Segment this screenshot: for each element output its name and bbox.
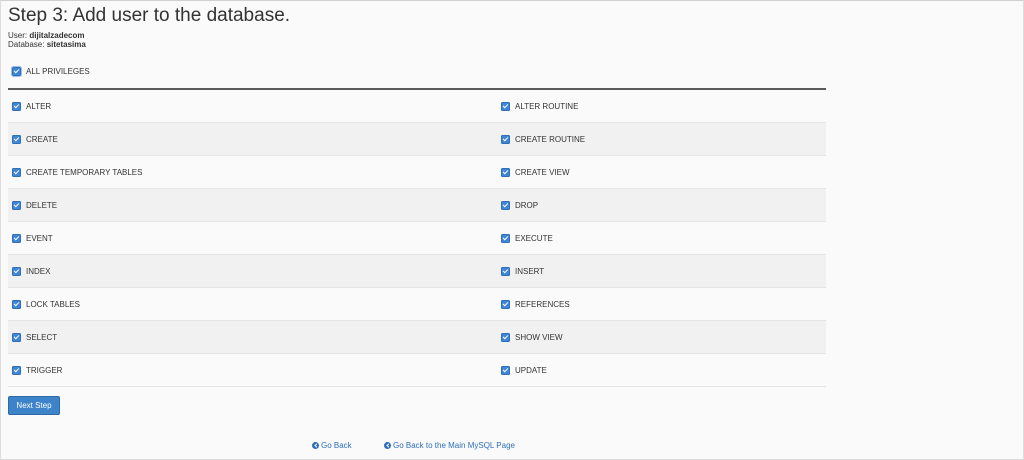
- go-back-main-mysql-link[interactable]: Go Back to the Main MySQL Page: [384, 441, 515, 450]
- privilege-label: EXECUTE: [515, 233, 553, 243]
- all-privileges-option[interactable]: ALL PRIVILEGES: [11, 66, 90, 77]
- privilege-label: INSERT: [515, 266, 545, 276]
- privilege-label: DELETE: [26, 200, 58, 210]
- all-privileges-checkbox[interactable]: [11, 66, 22, 77]
- table-row: TRIGGER UPDATE: [8, 354, 826, 387]
- privilege-label: TRIGGER: [26, 365, 63, 375]
- privilege-lock-tables[interactable]: LOCK TABLES: [8, 299, 497, 309]
- privilege-index-checkbox[interactable]: [12, 266, 21, 276]
- privilege-alter-routine-checkbox[interactable]: [501, 101, 510, 111]
- privilege-create-view-checkbox[interactable]: [501, 167, 510, 177]
- privilege-label: ALTER ROUTINE: [515, 101, 579, 111]
- user-value: dijitalzadecom: [29, 31, 85, 40]
- privilege-label: EVENT: [26, 233, 53, 243]
- database-label: Database:: [8, 40, 45, 49]
- privilege-drop[interactable]: DROP: [497, 200, 826, 210]
- privilege-delete-checkbox[interactable]: [12, 200, 21, 210]
- privilege-show-view-checkbox[interactable]: [501, 332, 510, 342]
- go-back-link[interactable]: Go Back: [312, 441, 352, 450]
- footer-links: Go Back Go Back to the Main MySQL Page: [0, 441, 1024, 451]
- table-row: SELECT SHOW VIEW: [8, 321, 826, 354]
- privilege-select[interactable]: SELECT: [8, 332, 497, 342]
- privilege-insert[interactable]: INSERT: [497, 266, 826, 276]
- privilege-alter-routine[interactable]: ALTER ROUTINE: [497, 101, 826, 111]
- privilege-event[interactable]: EVENT: [8, 233, 497, 243]
- table-row: DELETE DROP: [8, 189, 826, 222]
- table-row: INDEX INSERT: [8, 255, 826, 288]
- privilege-trigger[interactable]: TRIGGER: [8, 365, 497, 375]
- privilege-references-checkbox[interactable]: [501, 299, 510, 309]
- privilege-create-routine[interactable]: CREATE ROUTINE: [497, 134, 826, 144]
- go-back-label: Go Back: [321, 441, 352, 450]
- privilege-label: CREATE: [26, 134, 58, 144]
- next-step-button[interactable]: Next Step: [8, 396, 60, 415]
- table-row: LOCK TABLES REFERENCES: [8, 288, 826, 321]
- user-label: User:: [8, 31, 28, 40]
- circle-arrow-left-icon: [384, 442, 391, 449]
- user-line: User: dijitalzadecom: [8, 31, 86, 40]
- privilege-alter[interactable]: ALTER: [8, 101, 497, 111]
- user-database-info: User: dijitalzadecom Database: sitetasim…: [8, 31, 86, 49]
- privilege-update[interactable]: UPDATE: [497, 365, 826, 375]
- privilege-label: CREATE TEMPORARY TABLES: [26, 167, 143, 177]
- database-line: Database: sitetasima: [8, 40, 86, 49]
- privilege-label: DROP: [515, 200, 539, 210]
- privilege-create-temporary-tables-checkbox[interactable]: [12, 167, 21, 177]
- privilege-delete[interactable]: DELETE: [8, 200, 497, 210]
- privilege-show-view[interactable]: SHOW VIEW: [497, 332, 826, 342]
- privilege-create-routine-checkbox[interactable]: [501, 134, 510, 144]
- table-row: CREATE CREATE ROUTINE: [8, 123, 826, 156]
- privilege-label: CREATE ROUTINE: [515, 134, 586, 144]
- circle-arrow-left-icon: [312, 442, 319, 449]
- privilege-drop-checkbox[interactable]: [501, 200, 510, 210]
- privilege-lock-tables-checkbox[interactable]: [12, 299, 21, 309]
- privilege-create-view[interactable]: CREATE VIEW: [497, 167, 826, 177]
- privilege-index[interactable]: INDEX: [8, 266, 497, 276]
- privilege-label: REFERENCES: [515, 299, 570, 309]
- privilege-execute-checkbox[interactable]: [501, 233, 510, 243]
- privilege-label: CREATE VIEW: [515, 167, 570, 177]
- privilege-label: LOCK TABLES: [26, 299, 80, 309]
- table-row: CREATE TEMPORARY TABLES CREATE VIEW: [8, 156, 826, 189]
- privilege-update-checkbox[interactable]: [501, 365, 510, 375]
- privilege-insert-checkbox[interactable]: [501, 266, 510, 276]
- privilege-label: UPDATE: [515, 365, 547, 375]
- privilege-execute[interactable]: EXECUTE: [497, 233, 826, 243]
- page-title: Step 3: Add user to the database.: [8, 5, 291, 26]
- privilege-alter-checkbox[interactable]: [12, 101, 21, 111]
- privilege-create-temporary-tables[interactable]: CREATE TEMPORARY TABLES: [8, 167, 497, 177]
- table-row: EVENT EXECUTE: [8, 222, 826, 255]
- privilege-event-checkbox[interactable]: [12, 233, 21, 243]
- privilege-label: ALTER: [26, 101, 52, 111]
- privilege-label: SELECT: [26, 332, 58, 342]
- privilege-create[interactable]: CREATE: [8, 134, 497, 144]
- table-row: ALTER ALTER ROUTINE: [8, 90, 826, 123]
- privileges-table: ALTER ALTER ROUTINE CREATE CREATE ROUTIN…: [8, 90, 826, 387]
- privilege-label: SHOW VIEW: [515, 332, 563, 342]
- privilege-trigger-checkbox[interactable]: [12, 365, 21, 375]
- all-privileges-label: ALL PRIVILEGES: [26, 67, 90, 76]
- privilege-label: INDEX: [26, 266, 51, 276]
- privilege-create-checkbox[interactable]: [12, 134, 21, 144]
- database-value: sitetasima: [46, 40, 86, 49]
- privilege-select-checkbox[interactable]: [12, 332, 21, 342]
- go-back-main-label: Go Back to the Main MySQL Page: [393, 441, 515, 450]
- privilege-references[interactable]: REFERENCES: [497, 299, 826, 309]
